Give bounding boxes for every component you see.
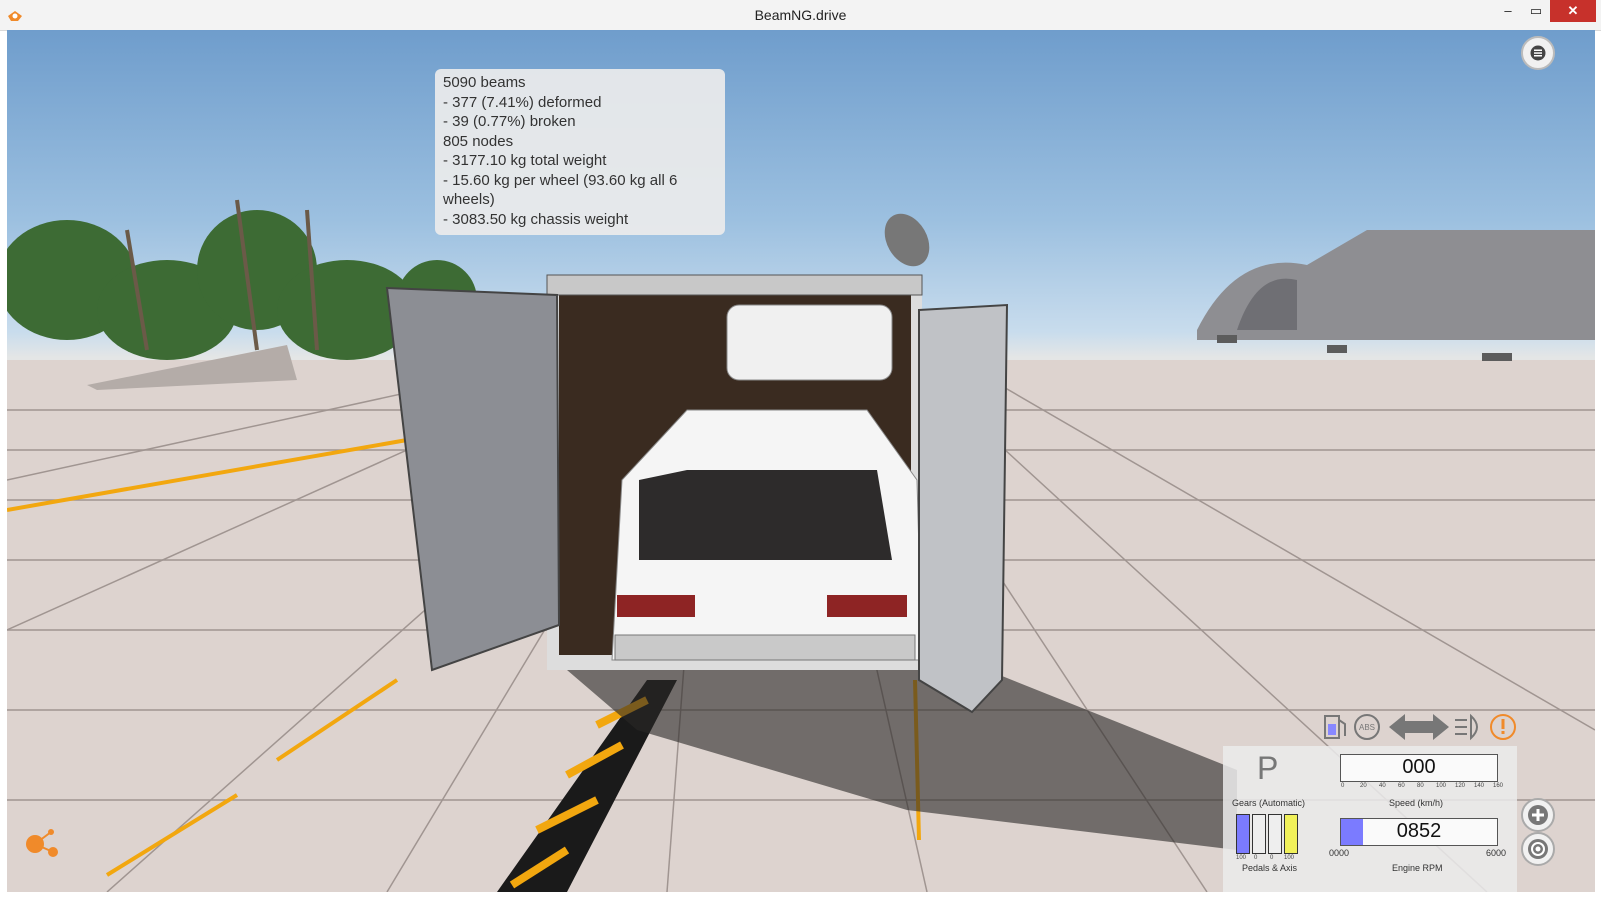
stat-chassis-weight: - 3083.50 kg chassis weight bbox=[443, 210, 629, 228]
speed-tick: 0 bbox=[1341, 783, 1345, 789]
speed-tick: 60 bbox=[1398, 783, 1405, 789]
pedal-tick-4: 100 bbox=[1284, 855, 1295, 861]
stat-deformed: - 377 (7.41%) deformed bbox=[443, 93, 602, 111]
plus-icon bbox=[1528, 805, 1548, 825]
speed-tick: 100 bbox=[1436, 783, 1447, 789]
maximize-button[interactable]: ▭ bbox=[1522, 0, 1550, 22]
speed-tick: 40 bbox=[1379, 783, 1386, 789]
speed-value: 000 bbox=[1402, 756, 1436, 778]
minimize-button[interactable]: – bbox=[1494, 0, 1522, 22]
speed-gauge: 000 bbox=[1340, 754, 1498, 782]
vehicle-stats-panel: 5090 beams - 377 (7.41%) deformed - 39 (… bbox=[435, 69, 725, 235]
abs-icon: ABS bbox=[1354, 714, 1380, 740]
rpm-label: Engine RPM bbox=[1392, 863, 1443, 873]
speed-label: Speed (km/h) bbox=[1389, 798, 1444, 808]
pedals-label: Pedals & Axis bbox=[1242, 863, 1298, 873]
pedal-tick-2: 0 bbox=[1254, 855, 1258, 861]
close-button[interactable]: ✕ bbox=[1550, 0, 1596, 22]
stat-total-weight: - 3177.10 kg total weight bbox=[443, 152, 607, 169]
left-signal-icon bbox=[1389, 714, 1419, 740]
gear-label: Gears (Automatic) bbox=[1232, 798, 1306, 808]
window-title: BeamNG.drive bbox=[754, 7, 847, 23]
game-viewport[interactable]: 5090 beams - 377 (7.41%) deformed - 39 (… bbox=[7, 30, 1595, 892]
rpm-value: 0852 bbox=[1396, 820, 1442, 842]
speed-tick: 140 bbox=[1474, 783, 1485, 789]
rpm-min-label: 0000 bbox=[1329, 848, 1350, 858]
warning-icon bbox=[1490, 714, 1516, 740]
pedal-tick-3: 0 bbox=[1270, 855, 1274, 861]
speed-tick: 160 bbox=[1493, 783, 1504, 789]
gear-icon bbox=[1528, 839, 1548, 859]
headlight-icon bbox=[1455, 713, 1478, 741]
settings-button[interactable] bbox=[1521, 832, 1555, 866]
stat-wheel-weight: - 15.60 kg per wheel (93.60 kg all 6 whe… bbox=[443, 171, 678, 209]
svg-text:ABS: ABS bbox=[1359, 723, 1375, 732]
stat-broken: - 39 (0.77%) broken bbox=[443, 113, 576, 130]
gear-indicator: P bbox=[1257, 750, 1279, 786]
hamburger-icon bbox=[1530, 45, 1546, 61]
speed-tick: 20 bbox=[1360, 783, 1367, 789]
title-bar: BeamNG.drive – ▭ ✕ bbox=[0, 0, 1601, 31]
dashboard-panel: P Gears (Automatic) 000 0 20 40 60 80 100 120 1… bbox=[1223, 746, 1517, 892]
rpm-gauge: 0852 bbox=[1340, 818, 1498, 846]
stat-nodes: 805 nodes bbox=[443, 132, 514, 150]
menu-button[interactable] bbox=[1521, 36, 1555, 70]
speed-tick: 120 bbox=[1455, 783, 1466, 789]
pedal-bar-1 bbox=[1236, 814, 1250, 854]
pedal-tick-1: 100 bbox=[1236, 855, 1247, 861]
pedal-bar-3 bbox=[1268, 814, 1282, 854]
pedal-bar-2 bbox=[1252, 814, 1266, 854]
right-signal-icon bbox=[1419, 714, 1449, 740]
beamng-logo-icon bbox=[26, 829, 58, 857]
pedal-bar-4 bbox=[1284, 814, 1298, 854]
indicator-bar: ABS bbox=[1324, 713, 1516, 741]
rpm-max-label: 6000 bbox=[1486, 848, 1507, 858]
add-app-button[interactable] bbox=[1521, 798, 1555, 832]
speed-tick: 80 bbox=[1417, 783, 1424, 789]
fuel-icon bbox=[1324, 715, 1346, 739]
stat-beams: 5090 beams bbox=[443, 74, 526, 91]
